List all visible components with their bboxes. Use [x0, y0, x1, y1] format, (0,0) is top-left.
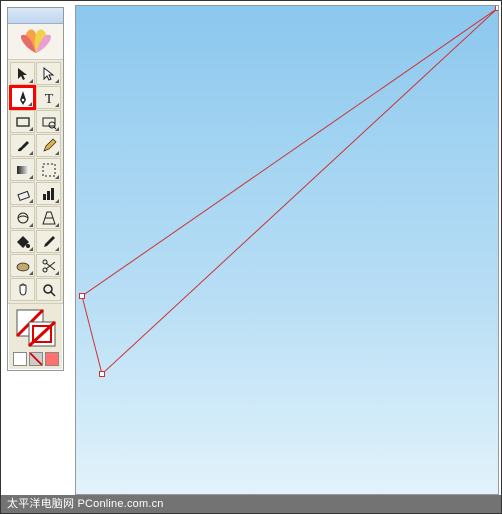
- vector-path: [76, 6, 498, 494]
- svg-text:T: T: [44, 92, 53, 106]
- node-edit-tool[interactable]: [36, 62, 61, 85]
- watermark-text: 太平洋电脑网 PConline.com.cn: [7, 498, 164, 510]
- rectangle-tool[interactable]: [10, 110, 35, 133]
- toolbox-panel: T: [7, 7, 64, 371]
- tool-grid: T: [8, 60, 63, 303]
- lasso-tool[interactable]: [36, 158, 61, 181]
- eraser-tool[interactable]: [10, 182, 35, 205]
- text-tool[interactable]: T: [36, 86, 61, 109]
- toolbox-titlebar[interactable]: [8, 8, 63, 24]
- app-logo: [8, 24, 63, 60]
- watermark-bar: 太平洋电脑网 PConline.com.cn: [1, 495, 501, 513]
- swatch-red[interactable]: [45, 352, 59, 366]
- magnify-tool-icon: [41, 282, 57, 298]
- gradient-tool[interactable]: [10, 158, 35, 181]
- brush-tool[interactable]: [10, 134, 35, 157]
- sponge-tool[interactable]: [10, 254, 35, 277]
- swatch-gray[interactable]: [29, 352, 43, 366]
- hand-tool[interactable]: [10, 278, 35, 301]
- canvas-area[interactable]: [75, 5, 499, 495]
- fill-tool[interactable]: [10, 230, 35, 253]
- swatch-row: [8, 350, 63, 370]
- scissors-tool[interactable]: [36, 254, 61, 277]
- fill-stroke-swatch[interactable]: [8, 303, 63, 350]
- pen-tool[interactable]: [10, 86, 35, 109]
- pointer-tool[interactable]: [10, 62, 35, 85]
- pencil-tool[interactable]: [36, 134, 61, 157]
- magnify-tool[interactable]: [36, 278, 61, 301]
- perspective-grid-tool[interactable]: [36, 206, 61, 229]
- chart-tool[interactable]: [36, 182, 61, 205]
- warp-tool[interactable]: [10, 206, 35, 229]
- eyedropper-tool[interactable]: [36, 230, 61, 253]
- hand-tool-icon: [15, 282, 31, 298]
- zoom-tool[interactable]: [36, 110, 61, 133]
- swatch-white[interactable]: [13, 352, 27, 366]
